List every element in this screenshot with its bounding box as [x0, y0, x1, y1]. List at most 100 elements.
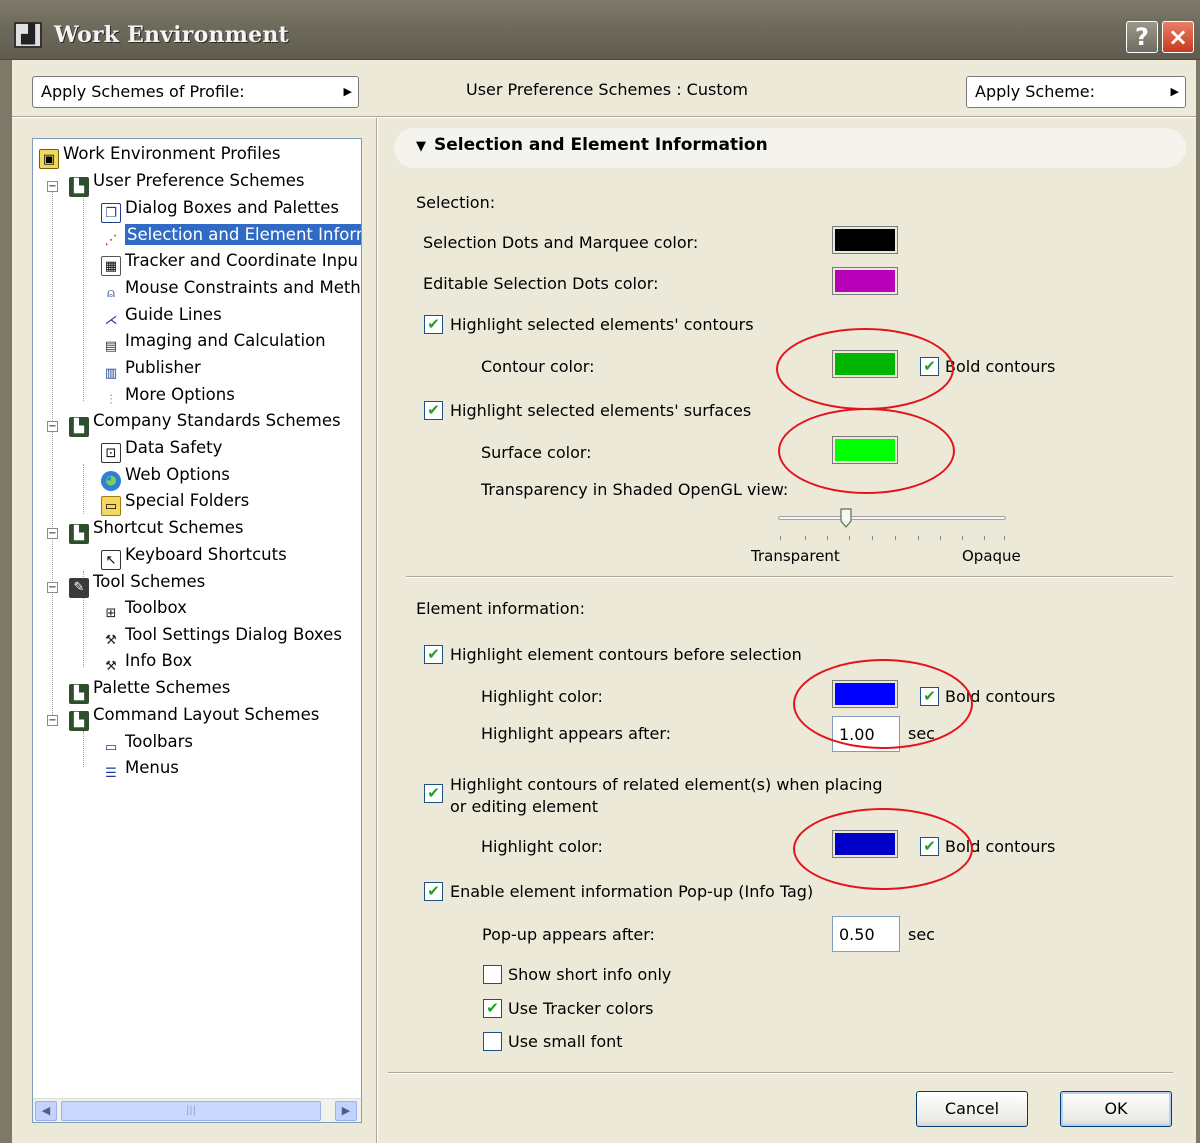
tree-item-toolbox[interactable]: ⊞ Toolbox [101, 595, 187, 621]
selection-dots-color-swatch[interactable] [832, 226, 898, 254]
annotation-ellipse [776, 328, 954, 410]
highlight-related-label-line1: Highlight contours of related element(s)… [450, 775, 883, 794]
tree-item-command-layout-schemes[interactable]: ▙ Command Layout Schemes [69, 702, 319, 731]
tree-item-special-folders[interactable]: ▭ Special Folders [101, 488, 249, 516]
small-font-checkbox[interactable] [483, 1032, 502, 1051]
highlight-contours-checkbox[interactable]: ✔ [424, 315, 443, 334]
apply-profile-dropdown[interactable]: Apply Schemes of Profile: ▶ [32, 76, 359, 108]
highlight-appears-after-label: Highlight appears after: [481, 724, 672, 743]
tree-item-company-standards-schemes[interactable]: ▙ Company Standards Schemes [69, 408, 341, 437]
tree-item-info-box[interactable]: ⚒ Info Box [101, 648, 192, 674]
tree-item-publisher[interactable]: ▥ Publisher [101, 355, 201, 381]
dropdown-arrow-icon: ▶ [1170, 85, 1179, 98]
swatch-fill [835, 270, 895, 292]
dropdown-arrow-icon: ▶ [343, 85, 352, 98]
highlight-surfaces-checkbox[interactable]: ✔ [424, 401, 443, 420]
element-info-heading: Element information: [416, 599, 586, 618]
tree-item-selection-and-element-information[interactable]: ⋰ Selection and Element Inforr [101, 222, 361, 248]
bold-contours-label: Bold contours [945, 357, 1056, 376]
keyboard-shortcuts-icon: ↖ [101, 550, 121, 570]
tree-item-palette-schemes[interactable]: ▙ Palette Schemes [69, 675, 230, 704]
swatch-fill [835, 229, 895, 251]
tree-item-guide-lines[interactable]: ⋌ Guide Lines [101, 302, 222, 328]
cancel-button[interactable]: Cancel [916, 1091, 1028, 1127]
highlight-before-selection-label: Highlight element contours before select… [450, 645, 802, 664]
help-button[interactable]: ? [1126, 21, 1158, 53]
section-title: Selection and Element Information [434, 135, 768, 155]
close-button[interactable]: × [1162, 21, 1194, 53]
tree-item-data-safety[interactable]: ⊡ Data Safety [101, 435, 222, 463]
slider-tick [872, 536, 873, 540]
tree-horizontal-scrollbar[interactable]: ◀ ||| ▶ [33, 1098, 361, 1122]
highlight-surfaces-label: Highlight selected elements' surfaces [450, 401, 752, 420]
collapse-toggle[interactable]: − [47, 528, 58, 539]
tree-item-imaging-and-calculation[interactable]: ▤ Imaging and Calculation [101, 328, 326, 354]
tracker-colors-checkbox[interactable]: ✔ [483, 999, 502, 1018]
section-header[interactable]: ▼ Selection and Element Information [394, 128, 1186, 168]
tree-item-tracker-and-coordinate-input[interactable]: ▦ Tracker and Coordinate Inpu [101, 248, 358, 276]
toolbox-icon: ⊞ [105, 606, 117, 621]
shortcut-schemes-icon: ▙ [69, 524, 89, 544]
slider-tick [827, 536, 828, 540]
highlight-contours-label: Highlight selected elements' contours [450, 315, 754, 334]
collapse-toggle[interactable]: − [47, 181, 58, 192]
scroll-thumb[interactable]: ||| [61, 1101, 321, 1121]
selection-dots-label: Selection Dots and Marquee color: [423, 233, 699, 252]
tree-item-toolbars[interactable]: ▭ Toolbars [101, 729, 193, 755]
slider-tick [805, 536, 806, 540]
tree-item-mouse-constraints[interactable]: ⍝ Mouse Constraints and Meth [101, 275, 361, 301]
enable-popup-checkbox[interactable]: ✔ [424, 882, 443, 901]
apply-profile-label: Apply Schemes of Profile: [41, 82, 245, 101]
dialog-palettes-icon: ❐ [101, 203, 121, 223]
tree-item-more-options[interactable]: ⫶ More Options [101, 382, 234, 408]
tree-connector [52, 183, 53, 721]
transparency-slider-thumb[interactable] [840, 508, 852, 528]
tree-item-user-preference-schemes[interactable]: ▙ User Preference Schemes [69, 168, 305, 197]
tree-item-tool-settings-dialog-boxes[interactable]: ⚒ Tool Settings Dialog Boxes [101, 622, 342, 648]
tree-item-shortcut-schemes[interactable]: ▙ Shortcut Schemes [69, 515, 244, 544]
tree-item-tool-schemes[interactable]: ✎ Tool Schemes [69, 569, 205, 598]
collapse-toggle[interactable]: − [47, 582, 58, 593]
tree-connector [83, 195, 84, 401]
tree-connector [83, 731, 84, 767]
tree-panel: ▣ Work Environment Profiles − ▙ User Prefe… [32, 138, 362, 1123]
highlight-related-label-line2: or editing element [450, 797, 598, 816]
scroll-left-icon[interactable]: ◀ [35, 1101, 57, 1121]
tree-connector [83, 597, 84, 667]
slider-tick [984, 536, 985, 540]
popup-appears-after-label: Pop-up appears after: [482, 925, 655, 944]
tree-item-menus[interactable]: ☰ Menus [101, 755, 179, 781]
small-font-label: Use small font [508, 1032, 623, 1051]
top-divider [12, 116, 1196, 118]
tracker-colors-label: Use Tracker colors [508, 999, 654, 1018]
popup-delay-unit: sec [908, 925, 935, 944]
highlight-related-checkbox[interactable]: ✔ [424, 784, 443, 803]
slider-tick [780, 536, 781, 540]
ok-button[interactable]: OK [1060, 1091, 1172, 1127]
collapse-toggle[interactable]: − [47, 715, 58, 726]
apply-scheme-dropdown[interactable]: Apply Scheme: ▶ [966, 76, 1186, 108]
contour-color-label: Contour color: [481, 357, 595, 376]
palette-schemes-icon: ▙ [69, 684, 89, 704]
tree-item-keyboard-shortcuts[interactable]: ↖ Keyboard Shortcuts [101, 542, 287, 570]
highlight-before-selection-checkbox[interactable]: ✔ [424, 645, 443, 664]
window-frame-right [1196, 60, 1200, 1143]
selection-heading: Selection: [416, 193, 496, 212]
data-safety-icon: ⊡ [101, 443, 121, 463]
tree-item-web-options[interactable]: ◕ Web Options [101, 462, 230, 491]
popup-delay-input[interactable]: 0.50 [832, 916, 900, 952]
tree-item-dialog-boxes-and-palettes[interactable]: ❐ Dialog Boxes and Palettes [101, 195, 339, 223]
transparency-slider[interactable] [778, 516, 1006, 520]
editable-dots-color-swatch[interactable] [832, 267, 898, 295]
command-layout-icon: ▙ [69, 711, 89, 731]
scroll-right-icon[interactable]: ▶ [335, 1101, 357, 1121]
short-info-checkbox[interactable] [483, 965, 502, 984]
apply-scheme-label: Apply Scheme: [975, 82, 1096, 101]
info-box-icon: ⚒ [105, 659, 117, 674]
publisher-icon: ▥ [104, 366, 118, 381]
editable-dots-label: Editable Selection Dots color: [423, 274, 659, 293]
panel-divider [376, 118, 378, 1143]
tree-item-work-environment-profiles[interactable]: ▣ Work Environment Profiles [39, 141, 281, 169]
collapse-toggle[interactable]: − [47, 421, 58, 432]
scheme-status-text: User Preference Schemes : Custom [466, 80, 748, 99]
